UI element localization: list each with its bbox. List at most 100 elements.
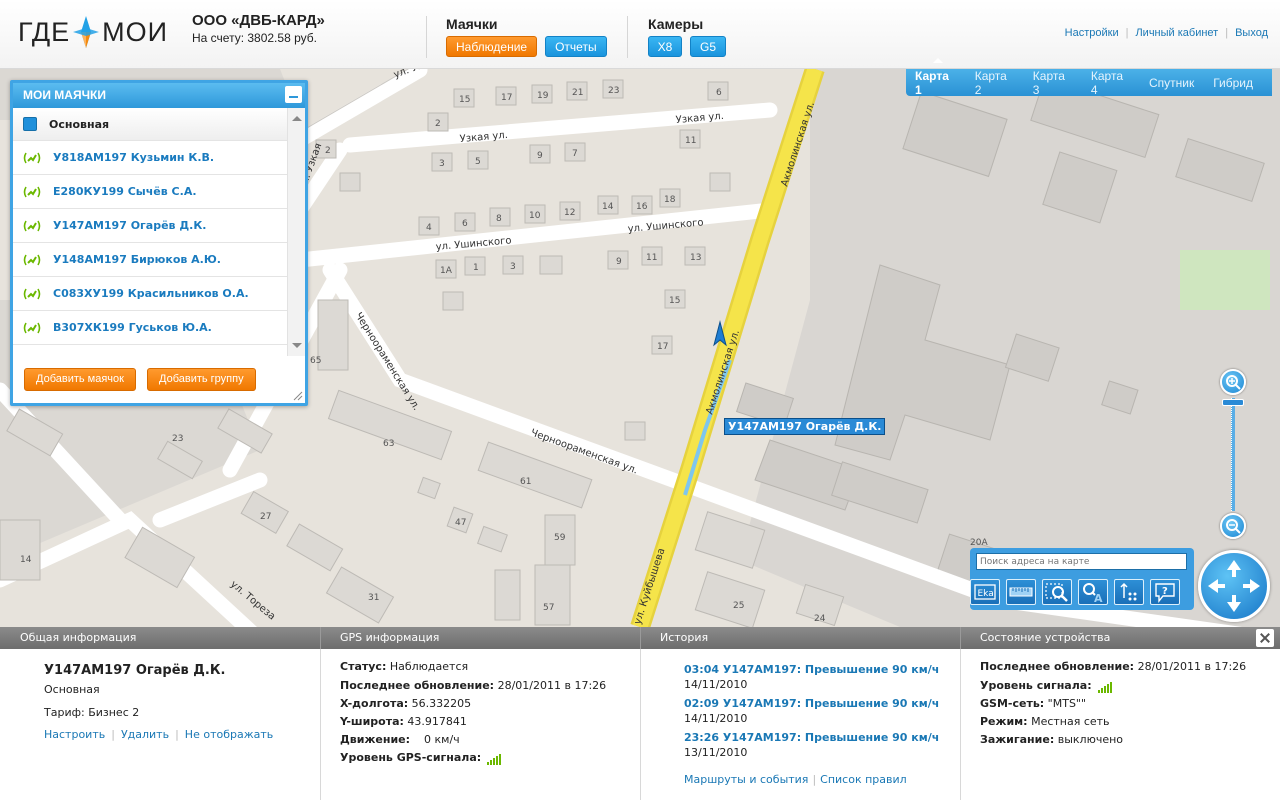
zoom-track[interactable] bbox=[1231, 398, 1235, 511]
svg-text:15: 15 bbox=[669, 296, 680, 306]
group-checkbox[interactable] bbox=[23, 117, 37, 131]
svg-text:2: 2 bbox=[325, 146, 331, 156]
zoom-out-icon[interactable] bbox=[1220, 513, 1246, 539]
route-icon[interactable] bbox=[1114, 579, 1144, 605]
history-event-title[interactable]: 02:09 У147АМ197: Превышение 90 км/ч bbox=[684, 697, 939, 710]
vehicle-tariff: Тариф: Бизнес 2 bbox=[44, 706, 140, 719]
rules-list-link[interactable]: Список правил bbox=[820, 773, 907, 786]
svg-text:17: 17 bbox=[657, 342, 668, 352]
map-address-search-input[interactable] bbox=[976, 553, 1187, 570]
svg-text:1: 1 bbox=[473, 263, 479, 273]
header: ГДЕ МОИ ООО «ДВБ-КАРД» На счету: 3802.58… bbox=[0, 0, 1280, 69]
routes-events-link[interactable]: Маршруты и события bbox=[684, 773, 808, 786]
gps-longitude-key: X-долгота: bbox=[340, 697, 409, 710]
scroll-up-icon[interactable] bbox=[292, 116, 302, 121]
logout-link[interactable]: Выход bbox=[1235, 27, 1268, 39]
company-name: ООО «ДВБ-КАРД» bbox=[192, 12, 325, 29]
account-link[interactable]: Личный кабинет bbox=[1135, 27, 1218, 39]
gps-updated-row: Последнее обновление: 28/01/2011 в 17:26 bbox=[340, 679, 606, 692]
beacon-item[interactable]: Е280КУ199 Сычёв С.А. bbox=[13, 175, 287, 209]
svg-text:61: 61 bbox=[520, 477, 531, 487]
map-toolbar: Ekal A ? bbox=[970, 548, 1194, 610]
minimize-icon[interactable] bbox=[285, 86, 302, 103]
svg-text:11: 11 bbox=[646, 253, 657, 263]
delete-link[interactable]: Удалить bbox=[121, 728, 169, 741]
account-balance: На счету: 3802.58 руб. bbox=[192, 31, 317, 45]
settings-link[interactable]: Настройки bbox=[1065, 27, 1119, 39]
history-event-title[interactable]: 23:26 У147АМ197: Превышение 90 км/ч bbox=[684, 731, 939, 744]
gps-signal-row: Уровень GPS-сигнала: bbox=[340, 751, 502, 765]
add-beacon-button[interactable]: Добавить маячок bbox=[24, 368, 136, 391]
group-row[interactable]: Основная bbox=[13, 108, 287, 141]
device-mode-row: Режим: Местная сеть bbox=[980, 715, 1110, 728]
gps-speed-key: Движение: bbox=[340, 733, 411, 746]
history-title: История bbox=[660, 631, 709, 644]
beacon-item[interactable]: У818АМ197 Кузьмин К.В. bbox=[13, 141, 287, 175]
svg-text:12: 12 bbox=[564, 208, 575, 218]
vehicle-group: Основная bbox=[44, 683, 100, 696]
logo[interactable]: ГДЕ МОИ bbox=[18, 14, 168, 50]
add-group-button[interactable]: Добавить группу bbox=[147, 368, 256, 391]
signal-beacon-icon bbox=[23, 288, 41, 299]
signal-beacon-icon bbox=[23, 220, 41, 231]
configure-link[interactable]: Настроить bbox=[44, 728, 105, 741]
history-event[interactable]: 23:26 У147АМ197: Превышение 90 км/ч bbox=[684, 731, 939, 744]
search-text-icon[interactable]: A bbox=[1078, 579, 1108, 605]
device-mode-value: Местная сеть bbox=[1027, 715, 1110, 728]
beacons-scrollbar[interactable] bbox=[287, 108, 305, 356]
gps-longitude-value: 56.332205 bbox=[408, 697, 472, 710]
map-tabs: Карта 1 Карта 2 Карта 3 Карта 4 Спутник … bbox=[906, 57, 1272, 97]
gps-updated-value: 28/01/2011 в 17:26 bbox=[494, 679, 607, 692]
gps-status-key: Статус: bbox=[340, 660, 387, 673]
observation-button[interactable]: Наблюдение bbox=[446, 36, 538, 57]
group-label: Основная bbox=[49, 117, 110, 131]
svg-text:21: 21 bbox=[572, 88, 583, 98]
ekl-icon[interactable]: Ekal bbox=[970, 579, 1000, 605]
history-event-date: 13/11/2010 bbox=[684, 746, 748, 759]
camera-g5-button[interactable]: G5 bbox=[690, 36, 726, 57]
beacon-item[interactable]: У148АМ197 Бирюков А.Ю. bbox=[13, 243, 287, 277]
gps-status-row: Статус: Наблюдается bbox=[340, 660, 468, 673]
svg-text:23: 23 bbox=[608, 86, 619, 96]
tab-map-1[interactable]: Карта 1 bbox=[915, 57, 956, 97]
scroll-down-icon[interactable] bbox=[292, 343, 302, 348]
general-info-title: Общая информация bbox=[20, 631, 137, 644]
beacon-item[interactable]: В307ХК199 Гуськов Ю.А. bbox=[13, 311, 287, 345]
compass-icon bbox=[73, 16, 100, 48]
svg-text:9: 9 bbox=[616, 257, 622, 267]
vehicle-label[interactable]: У147АМ197 Огарёв Д.К. bbox=[724, 418, 886, 435]
tab-map-2[interactable]: Карта 2 bbox=[975, 69, 1014, 97]
svg-text:23: 23 bbox=[172, 434, 183, 444]
pan-arrows-icon[interactable] bbox=[1201, 553, 1267, 619]
ruler-icon[interactable] bbox=[1006, 579, 1036, 605]
tab-map-3[interactable]: Карта 3 bbox=[1033, 69, 1072, 97]
gps-status-value: Наблюдается bbox=[386, 660, 469, 673]
svg-text:5: 5 bbox=[475, 157, 481, 167]
gps-latitude-row: Y-широта: 43.917841 bbox=[340, 715, 467, 728]
info-header-bar: Общая информация GPS информация История … bbox=[0, 627, 1280, 649]
beacon-item[interactable]: С083ХУ199 Красильников О.А. bbox=[13, 277, 287, 311]
tab-satellite[interactable]: Спутник bbox=[1149, 76, 1194, 90]
beacons-panel-header: МОИ МАЯЧКИ bbox=[13, 83, 305, 108]
history-event[interactable]: 02:09 У147АМ197: Превышение 90 км/ч bbox=[684, 697, 939, 710]
pan-control[interactable] bbox=[1198, 550, 1270, 622]
beacon-label: Е280КУ199 Сычёв С.А. bbox=[53, 185, 197, 198]
beacon-item[interactable]: У147АМ197 Огарёв Д.К. bbox=[13, 209, 287, 243]
camera-x8-button[interactable]: X8 bbox=[648, 36, 682, 57]
tab-hybrid[interactable]: Гибрид bbox=[1213, 76, 1253, 90]
zoom-area-icon[interactable] bbox=[1042, 579, 1072, 605]
zoom-slider-thumb[interactable] bbox=[1222, 399, 1244, 406]
close-icon[interactable] bbox=[1256, 629, 1274, 647]
device-ignition-key: Зажигание: bbox=[980, 733, 1055, 746]
tab-map-4[interactable]: Карта 4 bbox=[1091, 69, 1130, 97]
hide-link[interactable]: Не отображать bbox=[185, 728, 273, 741]
svg-text:57: 57 bbox=[543, 603, 554, 613]
history-event-title[interactable]: 03:04 У147АМ197: Превышение 90 км/ч bbox=[684, 663, 939, 676]
resize-handle-icon[interactable] bbox=[293, 391, 303, 401]
zoom-in-icon[interactable] bbox=[1220, 369, 1246, 395]
help-icon[interactable]: ? bbox=[1150, 579, 1180, 605]
history-event[interactable]: 03:04 У147АМ197: Превышение 90 км/ч bbox=[684, 663, 939, 676]
reports-button[interactable]: Отчеты bbox=[545, 36, 607, 57]
svg-text:7: 7 bbox=[572, 149, 578, 159]
device-signal-row: Уровень сигнала: bbox=[980, 679, 1113, 693]
